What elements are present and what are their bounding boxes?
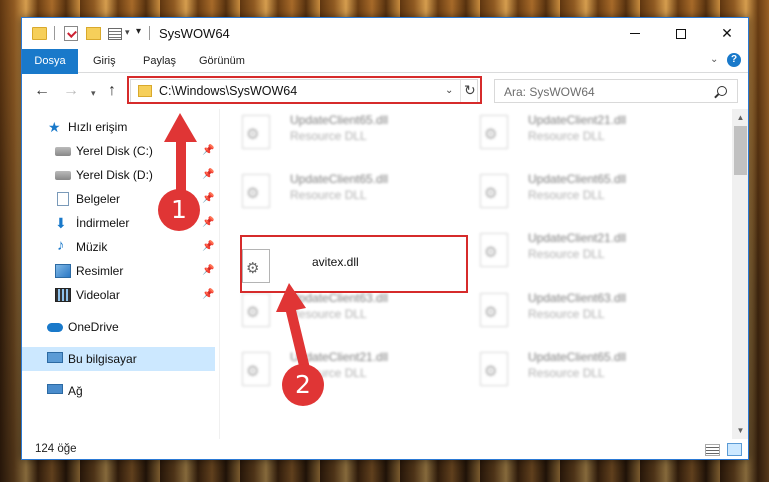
arrow-up-2 <box>276 283 310 370</box>
annotation-arrows <box>164 113 310 370</box>
step-badge-1: 1 <box>158 189 200 231</box>
step-badge-2: 2 <box>282 364 324 406</box>
arrow-up-1 <box>164 113 197 196</box>
